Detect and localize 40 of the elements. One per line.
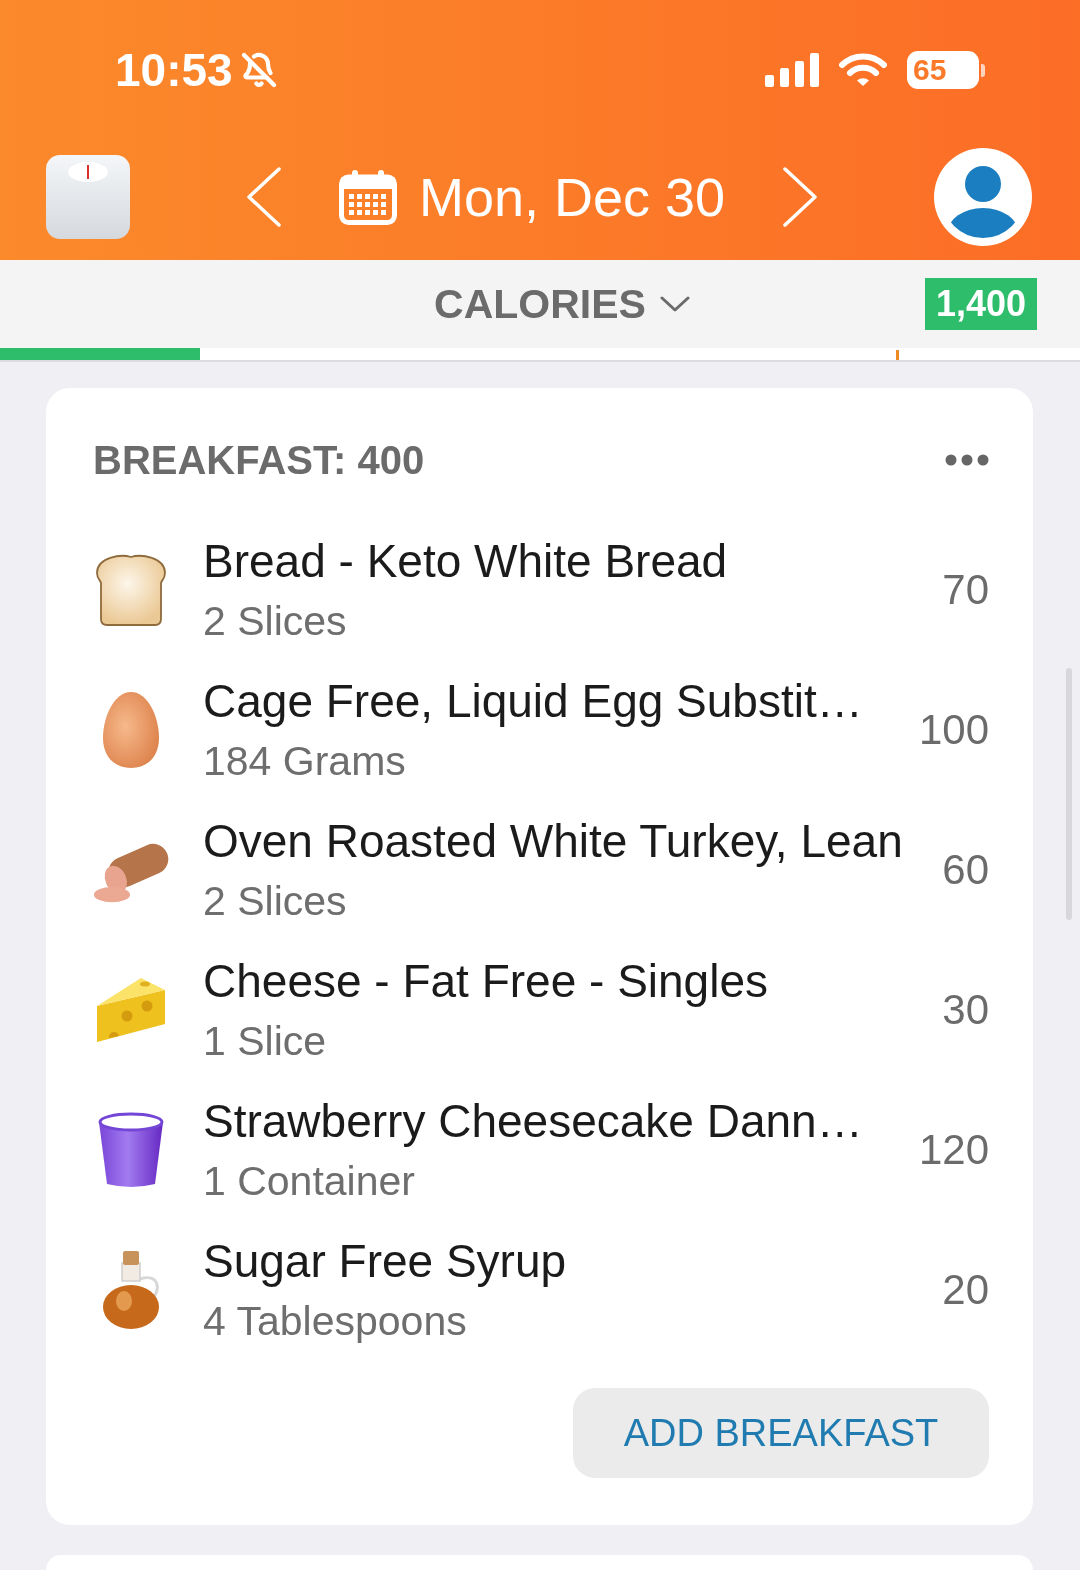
chevron-down-icon <box>659 296 690 312</box>
serving-size: 1 Container <box>203 1157 416 1206</box>
calories-dropdown[interactable]: CALORIES <box>434 279 690 329</box>
food-name[interactable]: Strawberry Cheesecake Dann… <box>203 1093 885 1149</box>
more-icon[interactable] <box>945 454 989 466</box>
chevron-right-icon[interactable] <box>783 167 818 227</box>
serving-size: 1 Slice <box>203 1017 328 1066</box>
chevron-left-icon[interactable] <box>246 167 281 227</box>
bottle-icon <box>100 1249 162 1331</box>
bread-icon <box>93 553 169 627</box>
cheese-icon <box>95 976 167 1044</box>
food-name[interactable]: Oven Roasted White Turkey, Lean <box>203 813 909 869</box>
battery-percentage: 65 <box>907 51 979 89</box>
food-calories: 60 <box>942 845 989 895</box>
food-name[interactable]: Sugar Free Syrup <box>203 1233 909 1289</box>
scale-icon[interactable] <box>46 155 130 239</box>
food-name[interactable]: Cage Free, Liquid Egg Substit… <box>203 673 885 729</box>
serving-size: 4 Tablespoons <box>203 1297 468 1346</box>
food-calories: 100 <box>918 705 989 755</box>
cup-icon <box>96 1110 166 1190</box>
status-time: 10:53 <box>115 45 233 95</box>
food-calories: 30 <box>942 985 989 1035</box>
battery-cap-icon <box>981 63 985 77</box>
meal-title: BREAKFAST: 400 <box>93 437 425 484</box>
calendar-icon <box>338 169 397 225</box>
bell-off-icon <box>240 52 277 88</box>
food-calories: 120 <box>918 1125 989 1175</box>
avatar-icon[interactable] <box>934 148 1032 246</box>
signal-icon <box>765 53 819 87</box>
food-name[interactable]: Cheese - Fat Free - Singles <box>203 953 909 1009</box>
serving-size: 184 Grams <box>203 737 407 786</box>
egg-icon <box>102 691 160 769</box>
goal-badge: 1,400 <box>924 278 1037 330</box>
serving-size: 2 Slices <box>203 597 348 646</box>
food-name[interactable]: Bread - Keto White Bread <box>203 533 909 589</box>
food-calories: 20 <box>942 1265 989 1315</box>
add-breakfast-button[interactable]: ADD BREAKFAST <box>573 1388 989 1478</box>
wifi-icon <box>839 53 887 87</box>
food-calories: 70 <box>942 565 989 615</box>
serving-size: 2 Slices <box>203 877 348 926</box>
